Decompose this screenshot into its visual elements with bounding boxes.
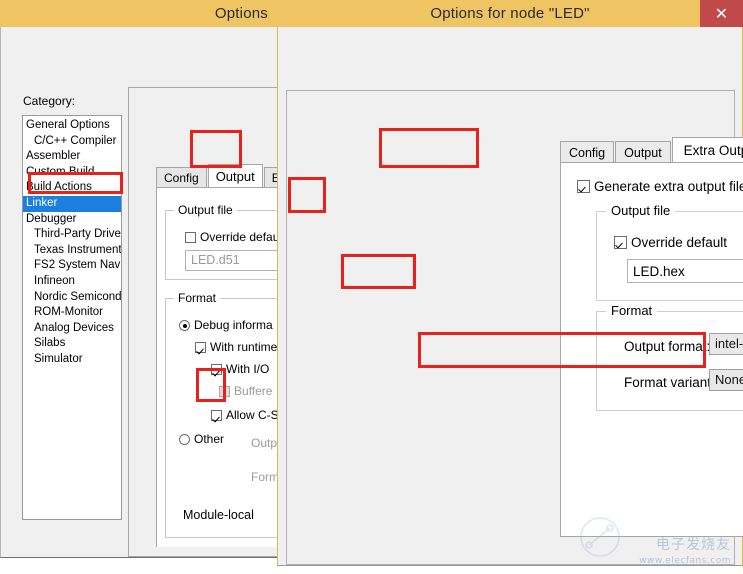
category-item-linker[interactable]: Linker bbox=[23, 195, 121, 212]
right-override-default-checkbox[interactable]: Override default bbox=[614, 235, 727, 250]
category-item-custom-build[interactable]: Custom Build bbox=[23, 165, 121, 181]
checkbox-icon bbox=[219, 386, 230, 397]
right-tab-output[interactable]: Output bbox=[615, 141, 671, 163]
right-dialog-title: Options for node "LED" bbox=[430, 5, 590, 22]
category-item-infineon[interactable]: Infineon bbox=[23, 274, 121, 290]
category-label: Category: bbox=[23, 94, 76, 108]
category-item-debugger[interactable]: Debugger bbox=[23, 212, 121, 228]
left-with-io-label: With I/O bbox=[226, 362, 270, 376]
checkbox-icon[interactable] bbox=[185, 232, 196, 243]
right-format-group: Format bbox=[596, 303, 743, 411]
checkbox-icon[interactable] bbox=[577, 180, 590, 193]
format-variant-value: None bbox=[715, 372, 743, 387]
format-variant-select[interactable]: None bbox=[709, 369, 743, 391]
checkbox-icon[interactable] bbox=[211, 410, 222, 421]
category-item-rom-monitor[interactable]: ROM-Monitor bbox=[23, 305, 121, 321]
right-output-file-group-title: Output file bbox=[606, 203, 676, 218]
output-format-value: intel-extended bbox=[715, 336, 743, 351]
category-item-general-options[interactable]: General Options bbox=[23, 118, 121, 134]
left-override-default-label: Override defau bbox=[200, 230, 280, 244]
category-item-build-actions[interactable]: Build Actions bbox=[23, 180, 121, 196]
category-item-analog-devices[interactable]: Analog Devices bbox=[23, 321, 121, 337]
right-override-default-label: Override default bbox=[631, 235, 728, 250]
category-item-simulator[interactable]: Simulator bbox=[23, 352, 121, 368]
options-dialog-left: Options Category: General Options C/C++ C… bbox=[0, 0, 350, 558]
left-tab-config[interactable]: Config bbox=[156, 167, 207, 188]
left-dialog-body: Category: General Options C/C++ Compiler A… bbox=[0, 27, 350, 558]
left-with-runtime-label: With runtime bbox=[210, 340, 278, 354]
left-debug-info-radio[interactable]: Debug informa bbox=[179, 318, 273, 332]
right-tab-content: Generate extra output file Output file O… bbox=[560, 162, 743, 537]
radio-icon[interactable] bbox=[179, 320, 190, 331]
category-item-nordic-semiconduc[interactable]: Nordic Semiconduc bbox=[23, 290, 121, 306]
category-item-texas-instruments[interactable]: Texas Instruments bbox=[23, 243, 121, 259]
left-dialog-title: Options bbox=[214, 5, 268, 22]
category-item-silabs[interactable]: Silabs bbox=[23, 336, 121, 352]
left-allow-cspy-checkbox[interactable]: Allow C-S bbox=[211, 408, 279, 422]
close-icon[interactable]: ✕ bbox=[700, 0, 743, 27]
left-output-file-group-title: Output file bbox=[174, 203, 237, 217]
right-tab-extra-output[interactable]: Extra Output bbox=[671, 137, 743, 163]
category-item-third-party-driver[interactable]: Third-Party Driver bbox=[23, 227, 121, 243]
format-variant-label: Format variant: bbox=[624, 375, 715, 390]
category-item-fs2-system-naviga[interactable]: FS2 System Naviga bbox=[23, 258, 121, 274]
generate-extra-output-label: Generate extra output file bbox=[594, 179, 743, 194]
right-tab-config[interactable]: Config bbox=[560, 141, 615, 163]
checkbox-icon[interactable] bbox=[211, 364, 222, 375]
category-item-assembler[interactable]: Assembler bbox=[23, 149, 121, 165]
output-format-select[interactable]: intel-extended bbox=[709, 333, 743, 355]
right-format-group-title: Format bbox=[606, 303, 658, 318]
right-dialog-titlebar: Options for node "LED" ✕ bbox=[277, 0, 743, 27]
left-format-group-title: Format bbox=[174, 291, 221, 305]
left-debug-info-label: Debug informa bbox=[194, 318, 273, 332]
left-allow-cspy-label: Allow C-S bbox=[226, 408, 279, 422]
left-with-runtime-checkbox[interactable]: With runtime bbox=[195, 340, 277, 354]
left-dialog-titlebar: Options bbox=[0, 0, 278, 27]
left-with-io-checkbox[interactable]: With I/O bbox=[211, 362, 269, 376]
left-other-label: Other bbox=[194, 432, 225, 446]
right-output-filename-input[interactable]: LED.hex bbox=[627, 259, 743, 283]
left-buffered-checkbox: Buffere bbox=[219, 384, 272, 398]
right-output-file-group: Output file bbox=[596, 203, 743, 301]
generate-extra-output-checkbox[interactable]: Generate extra output file bbox=[577, 179, 743, 194]
left-other-radio[interactable]: Other bbox=[179, 432, 224, 446]
category-listbox[interactable]: General Options C/C++ Compiler Assembler Cu… bbox=[22, 115, 122, 520]
left-buffered-label: Buffere bbox=[234, 384, 273, 398]
output-format-label: Output format: bbox=[624, 339, 711, 354]
category-item-c-c-compiler[interactable]: C/C++ Compiler bbox=[23, 134, 121, 150]
checkbox-icon[interactable] bbox=[614, 236, 627, 249]
radio-icon[interactable] bbox=[179, 434, 190, 445]
right-tab-bar[interactable]: ConfigOutputExtra OutputList#defineDiagn… bbox=[560, 137, 743, 163]
left-tab-output[interactable]: Output bbox=[207, 164, 263, 188]
options-dialog-right: Options for node "LED" ✕ Factory Setting… bbox=[277, 0, 743, 566]
left-module-local-label: Module-local bbox=[183, 508, 254, 522]
left-override-default-checkbox[interactable]: Override defau bbox=[185, 230, 279, 244]
checkbox-icon[interactable] bbox=[195, 342, 206, 353]
